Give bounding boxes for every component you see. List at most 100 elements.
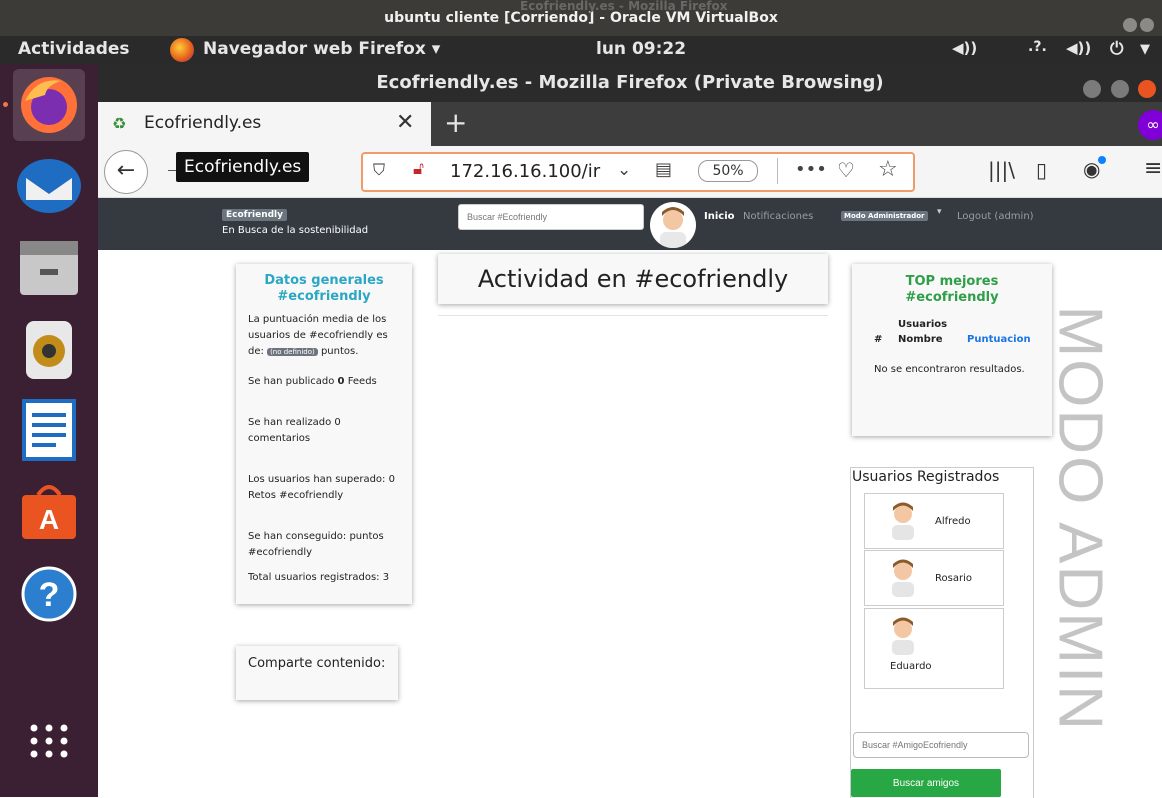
bookmark-star-icon[interactable]: ☆ [878,157,898,182]
chevron-down-icon[interactable]: ⌄ [617,160,631,180]
back-button[interactable]: ← [104,150,148,194]
shield-icon[interactable]: ⛉ [373,160,385,180]
private-browsing-icon: ∞ [1138,110,1162,140]
watermark-text: MODO ADMIN [1045,305,1115,732]
svg-text:?: ? [39,576,60,614]
average-score-suffix: puntos. [320,346,359,357]
feeds-suffix: Feeds [347,376,377,387]
user-card[interactable]: Alfredo [864,493,1004,549]
volume-icon[interactable]: ◀)) [952,39,977,57]
zoom-indicator[interactable]: 50% [698,160,758,182]
chevron-down-icon[interactable]: ▼ [1140,42,1150,57]
feeds-count-text: Se han publicado 0 Feeds [248,374,400,390]
col-score[interactable]: Puntuacion [967,334,1031,345]
challenges-count-text: Los usuarios han superado: 0 Retos #ecof… [248,474,395,501]
app-menu[interactable]: Navegador web Firefox ▾ [203,39,440,59]
hamburger-menu-icon[interactable]: ≡ [1144,156,1162,181]
site-navbar: Ecofriendly En Busca de la sostenibilida… [98,198,1162,250]
close-button[interactable] [1138,80,1156,98]
navigation-bar: ← Ecofriendly.es ⛉ 🔓︎ 172.16.16.100/ir ⌄… [98,146,1162,198]
help-icon: ? [21,566,77,622]
document-icon [22,399,76,461]
feeds-label: Se han publicado [248,376,335,387]
brand-badge[interactable]: Ecofriendly [222,209,288,221]
activities-button[interactable]: Actividades [18,39,130,59]
user-card[interactable]: Rosario [864,550,1004,606]
dock-files[interactable] [13,232,85,304]
close-tab-icon[interactable]: ✕ [396,110,414,135]
dock-rhythmbox[interactable] [13,314,85,386]
power-icon[interactable]: ⏻ [1110,39,1123,59]
average-score-badge: (no definido) [267,348,318,356]
recycle-icon: ♻ [112,114,127,133]
site-search-input[interactable] [458,204,644,230]
insecure-lock-icon[interactable]: 🔓︎ [413,159,424,179]
dock-software[interactable]: A [13,476,85,548]
average-score-text: La puntuación media de los usuarios de #… [248,312,400,360]
search-friends-button[interactable]: Buscar amigos [851,769,1001,797]
firefox-icon [21,77,77,133]
network-icon[interactable]: .?. [1028,39,1047,55]
friend-search-input[interactable] [853,732,1029,758]
tooltip: Ecofriendly.es [176,152,310,182]
grid-icon [30,724,68,758]
points-text: Se han conseguido: puntos #ecofriendly [248,531,384,558]
user-card[interactable]: Eduardo [864,608,1004,689]
nav-notifications[interactable]: Notificaciones [743,211,813,222]
general-stats-card: Datos generales #ecofriendly La puntuaci… [236,264,412,604]
sidebar-icon[interactable]: ▯ [1036,158,1047,182]
firefox-titlebar: Ecofriendly.es - Mozilla Firefox (Privat… [98,64,1162,102]
user-avatar-icon [892,617,914,655]
volume-icon-2[interactable]: ◀)) [1066,39,1091,57]
top-users-card: TOP mejores #ecofriendly Usuarios # Nomb… [852,264,1052,436]
url-input[interactable]: 172.16.16.100/ir [450,161,610,182]
clock[interactable]: lun 09:22 [596,39,686,59]
dock-firefox[interactable] [13,69,85,141]
activity-card: Actividad en #ecofriendly [438,254,828,304]
user-avatar-icon [660,207,686,248]
dock-help[interactable]: ? [13,558,85,630]
activity-title: Actividad en #ecofriendly [477,265,789,293]
reader-view-icon[interactable]: ▤ [655,159,672,180]
file-cabinet-icon [20,241,78,295]
library-icon[interactable]: |||\ [988,158,1015,182]
user-name: Eduardo [890,661,932,672]
minimize-button[interactable] [1123,18,1137,32]
more-actions-icon[interactable]: ••• [795,159,827,180]
caret-down-icon[interactable]: ▾ [937,207,942,217]
comments-count-text: Se han realizado 0 comentarios [248,417,341,444]
pocket-icon[interactable]: ♡ [837,158,855,182]
running-indicator [3,102,8,107]
dock-writer[interactable] [13,394,85,466]
registered-users-title: Usuarios Registrados [852,469,1000,485]
close-button[interactable] [1140,18,1154,32]
vbox-titlebar: Ecofriendly.es - Mozilla Firefox ubuntu … [0,0,1162,36]
nav-home[interactable]: Inicio [704,211,735,222]
tab-strip: ♻ Ecofriendly.es ✕ + ∞ [98,102,1162,146]
user-name: Alfredo [935,516,971,527]
logout-link[interactable]: Logout (admin) [957,211,1034,222]
notification-dot [1098,156,1106,164]
total-users-text: Total usuarios registrados: 3 [248,572,390,583]
speaker-icon [26,321,72,379]
admin-mode-badge[interactable]: Modo Administrador [841,211,928,221]
minimize-button[interactable] [1083,80,1102,98]
new-tab-button[interactable]: + [444,106,467,139]
admin-watermark: MODO ADMIN [1030,290,1130,770]
firefox-window-title: Ecofriendly.es - Mozilla Firefox (Privat… [376,72,884,93]
tab-ecofriendly[interactable]: ♻ Ecofriendly.es ✕ [98,102,431,146]
share-content-label: Comparte contenido: [248,656,386,671]
thunderbird-icon [17,159,81,213]
no-results-text: No se encontraron resultados. [874,364,1025,375]
ghost-title: Ecofriendly.es - Mozilla Firefox [520,0,728,13]
share-content-card[interactable]: Comparte contenido: [236,646,398,700]
url-bar[interactable]: ⛉ 🔓︎ 172.16.16.100/ir ⌄ ▤ 50% ••• ♡ ☆ [361,152,915,192]
maximize-button[interactable] [1110,80,1129,98]
firefox-small-icon [170,38,194,62]
avatar[interactable] [650,202,696,248]
users-header: Usuarios [898,319,948,330]
show-applications-button[interactable] [13,704,85,776]
general-stats-title: Datos generales #ecofriendly [264,273,384,304]
top-users-title: TOP mejores #ecofriendly [905,274,999,305]
dock-thunderbird[interactable] [13,150,85,222]
